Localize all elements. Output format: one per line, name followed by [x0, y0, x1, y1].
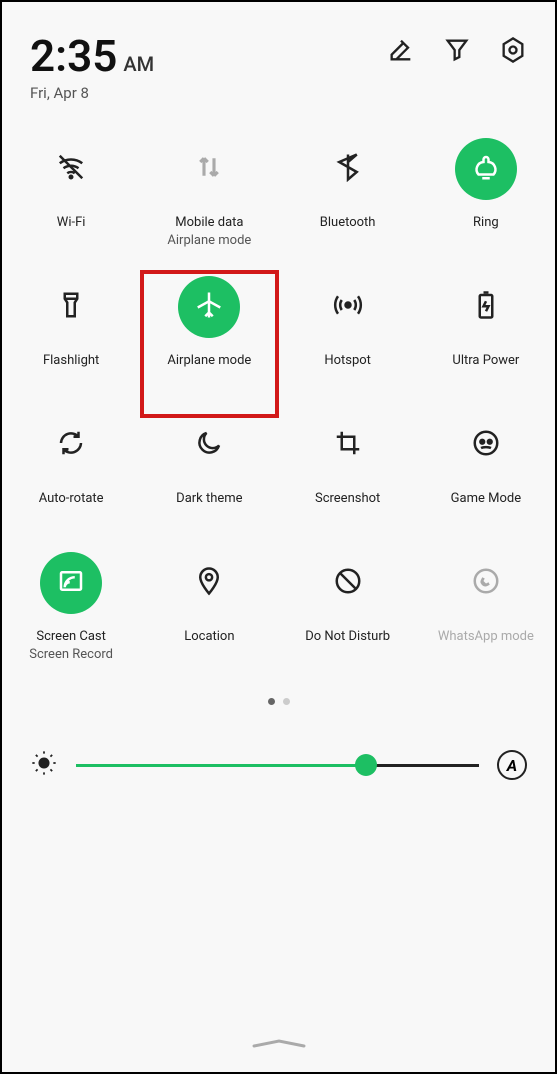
- ultra-power-label: Ultra Power: [452, 352, 519, 370]
- slider-thumb[interactable]: [355, 754, 377, 776]
- bell-icon: [471, 152, 501, 186]
- screen-cast-label: Screen Cast: [36, 628, 106, 646]
- bluetooth-tile[interactable]: Bluetooth: [279, 138, 417, 276]
- moon-icon: [194, 428, 224, 462]
- dot-inactive: [283, 698, 290, 705]
- drag-handle[interactable]: [249, 1035, 309, 1054]
- mobile-data-sub: Airplane mode: [167, 232, 251, 250]
- location-tile[interactable]: Location: [140, 552, 278, 690]
- wifi-tile[interactable]: Wi-Fi: [2, 138, 140, 276]
- time-text: 2:35: [30, 30, 117, 82]
- dark-theme-tile[interactable]: Dark theme: [140, 414, 278, 552]
- page-indicator: [2, 698, 555, 705]
- ultra-power-tile[interactable]: Ultra Power: [417, 276, 555, 414]
- whatsapp-tile[interactable]: WhatsApp mode: [417, 552, 555, 690]
- flashlight-icon: [56, 290, 86, 324]
- flashlight-tile[interactable]: Flashlight: [2, 276, 140, 414]
- location-icon: [194, 566, 224, 600]
- bluetooth-icon: [333, 152, 363, 186]
- game-mode-label: Game Mode: [451, 490, 521, 508]
- screenshot-tile[interactable]: Screenshot: [279, 414, 417, 552]
- whatsapp-icon: [471, 566, 501, 600]
- screen-cast-sub: Screen Record: [29, 646, 113, 664]
- airplane-icon: [194, 290, 224, 324]
- auto-rotate-label: Auto-rotate: [39, 490, 104, 508]
- brightness-slider[interactable]: [76, 764, 479, 767]
- hotspot-label: Hotspot: [324, 352, 371, 370]
- clock: 2:35 AM Fri, Apr 8: [30, 30, 154, 102]
- settings-icon[interactable]: [499, 36, 527, 68]
- location-label: Location: [184, 628, 234, 646]
- mobile-data-tile[interactable]: Mobile data Airplane mode: [140, 138, 278, 276]
- date-text: Fri, Apr 8: [30, 84, 154, 102]
- wifi-label: Wi-Fi: [57, 214, 86, 232]
- flashlight-label: Flashlight: [43, 352, 99, 370]
- wifi-icon: [56, 152, 86, 186]
- ring-tile[interactable]: Ring: [417, 138, 555, 276]
- dark-theme-label: Dark theme: [176, 490, 242, 508]
- whatsapp-label: WhatsApp mode: [438, 628, 534, 646]
- brightness-icon: [30, 749, 58, 781]
- dnd-icon: [333, 566, 363, 600]
- screenshot-label: Screenshot: [315, 490, 380, 508]
- hotspot-icon: [333, 290, 363, 324]
- ring-label: Ring: [473, 214, 499, 232]
- screen-cast-tile[interactable]: Screen Cast Screen Record: [2, 552, 140, 690]
- mobile-data-label: Mobile data: [175, 214, 243, 232]
- game-mode-tile[interactable]: Game Mode: [417, 414, 555, 552]
- filter-icon[interactable]: [443, 36, 471, 68]
- airplane-label: Airplane mode: [167, 352, 251, 370]
- hotspot-tile[interactable]: Hotspot: [279, 276, 417, 414]
- dnd-label: Do Not Disturb: [305, 628, 390, 646]
- dnd-tile[interactable]: Do Not Disturb: [279, 552, 417, 690]
- cast-icon: [56, 566, 86, 600]
- crop-icon: [333, 428, 363, 462]
- bluetooth-label: Bluetooth: [320, 214, 376, 232]
- ampm-text: AM: [123, 52, 154, 76]
- data-icon: [194, 152, 224, 186]
- auto-rotate-tile[interactable]: Auto-rotate: [2, 414, 140, 552]
- battery-icon: [471, 290, 501, 324]
- quick-settings-grid: Wi-Fi Mobile data Airplane mode Bluetoot…: [2, 102, 555, 690]
- dot-active: [268, 698, 275, 705]
- auto-brightness-button[interactable]: A: [497, 750, 527, 780]
- game-icon: [471, 428, 501, 462]
- edit-icon[interactable]: [387, 36, 415, 68]
- slider-fill: [76, 764, 366, 767]
- airplane-tile[interactable]: Airplane mode: [140, 276, 278, 414]
- rotate-icon: [56, 428, 86, 462]
